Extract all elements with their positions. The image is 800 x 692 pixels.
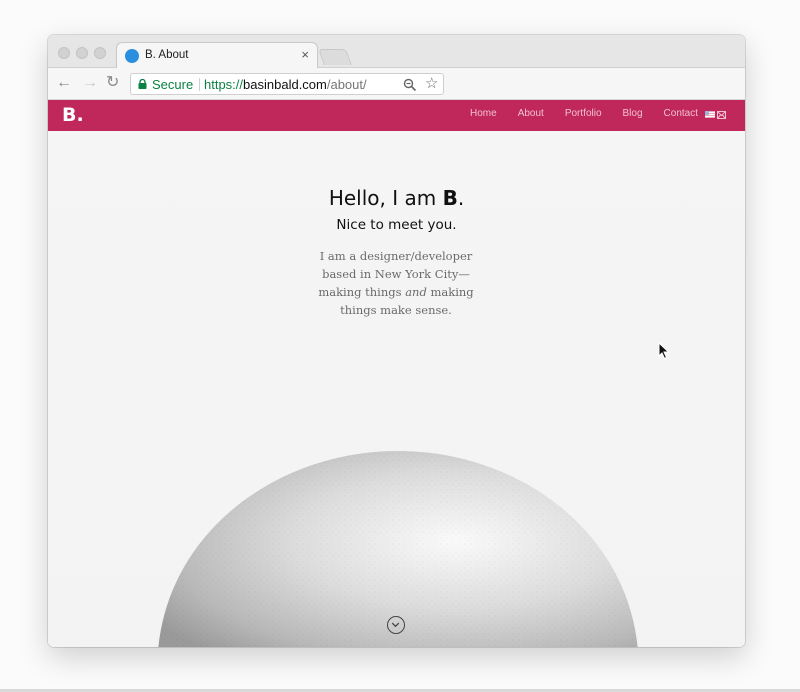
browser-window: B. About × ← → ↻ Secure https://basinbal… xyxy=(48,35,745,647)
url-scheme: https:// xyxy=(204,77,244,92)
mouse-pointer-icon xyxy=(658,342,670,360)
chevron-down-icon[interactable] xyxy=(387,616,405,634)
bio-line: things make sense. xyxy=(340,303,452,317)
bio-line: based in New York City— xyxy=(322,267,470,281)
lock-icon xyxy=(138,79,147,89)
tab-close-icon[interactable]: × xyxy=(301,47,309,62)
url-text[interactable]: https://basinbald.com/about/ xyxy=(204,77,367,92)
nav-item-contact[interactable]: Contact xyxy=(664,108,698,119)
secure-label: Secure xyxy=(152,77,194,92)
hero-heading-suffix: . xyxy=(457,186,465,210)
window-close-button[interactable] xyxy=(58,47,70,59)
site-header: B. Home About Portfolio Blog Contact xyxy=(48,100,745,131)
new-tab-button[interactable] xyxy=(318,49,352,65)
bio-emphasis: and xyxy=(405,285,427,299)
browser-toolbar: ← → ↻ Secure https://basinbald.com/about… xyxy=(48,68,745,100)
hero-heading-prefix: Hello, I am xyxy=(328,186,443,210)
browser-tab[interactable]: B. About × xyxy=(116,42,318,69)
nav-item-about[interactable]: About xyxy=(518,108,544,119)
zoom-icon[interactable] xyxy=(403,78,417,92)
reload-icon[interactable]: ↻ xyxy=(106,75,119,91)
website-viewport: B. Home About Portfolio Blog Contact Hel… xyxy=(48,100,745,647)
forward-icon[interactable]: → xyxy=(82,75,98,91)
hero-subtitle: Nice to meet you. xyxy=(336,217,457,233)
omnibox-separator xyxy=(199,78,200,91)
site-nav: Home About Portfolio Blog Contact xyxy=(449,108,698,119)
window-maximize-button[interactable] xyxy=(94,47,106,59)
bio-line: making things xyxy=(318,285,406,299)
nav-item-portfolio[interactable]: Portfolio xyxy=(565,108,602,119)
nav-item-home[interactable]: Home xyxy=(470,108,497,119)
tab-title: B. About xyxy=(145,49,189,61)
hero-heading-name: B xyxy=(442,186,458,210)
url-path: /about/ xyxy=(326,77,367,92)
favicon-icon xyxy=(125,49,139,63)
envelope-icon[interactable] xyxy=(717,111,726,119)
site-logo[interactable]: B. xyxy=(62,104,84,126)
tab-strip: B. About × xyxy=(48,35,745,69)
hero-sphere-image xyxy=(158,451,638,647)
url-host: basinbald.com xyxy=(243,77,327,92)
window-minimize-button[interactable] xyxy=(76,47,88,59)
nav-item-blog[interactable]: Blog xyxy=(623,108,643,119)
bookmark-star-icon[interactable]: ☆ xyxy=(425,76,438,92)
back-icon[interactable]: ← xyxy=(56,75,72,91)
address-bar[interactable]: Secure https://basinbald.com/about/ ☆ xyxy=(130,73,444,95)
hero-bio: I am a designer/developer based in New Y… xyxy=(306,247,486,319)
bio-line: making xyxy=(426,285,474,299)
flag-icon[interactable] xyxy=(705,111,715,118)
bio-line: I am a designer/developer xyxy=(319,249,473,263)
hero-heading: Hello, I am B. xyxy=(48,186,745,210)
hero-section: Hello, I am B. Nice to meet you. I am a … xyxy=(48,131,745,647)
